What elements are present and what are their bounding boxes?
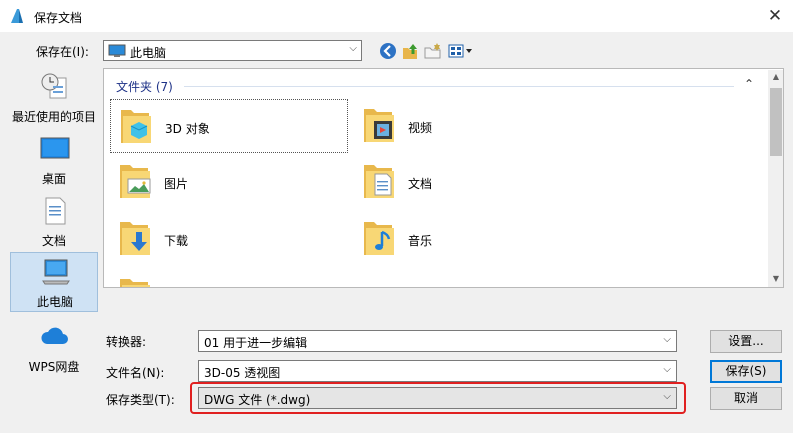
filename-field[interactable]: 3D-05 透视图 ⌵ [198,360,677,382]
place-desktop[interactable]: 桌面 [10,130,98,190]
converter-dropdown[interactable]: 01 用于进一步编辑 ⌵ [198,330,677,352]
place-label: 桌面 [41,172,66,186]
folder-label: 下载 [164,234,189,248]
folder-label: 3D 对象 [165,122,210,136]
window-title: 保存文档 [34,11,83,25]
folder-item-documents[interactable]: 文档 [354,155,592,209]
group-header: 文件夹 (7) [116,80,173,94]
desktop-icon [40,137,70,159]
save-button[interactable]: 保存(S) [710,360,782,383]
folder-label: 视频 [408,121,433,135]
chevron-down-icon: ⌵ [663,334,671,345]
save-in-label: 保存在(I): [36,45,89,59]
place-label: 此电脑 [36,295,73,309]
title-bar: 保存文档 ✕ [0,0,793,32]
up-folder-icon[interactable] [401,42,419,60]
folder-item-3d-objects[interactable]: 3D 对象 [110,99,348,153]
folder-icon [120,279,150,287]
save-in-dropdown[interactable]: 此电脑 ⌵ [103,40,362,61]
close-button[interactable]: ✕ [760,2,790,30]
place-this-pc[interactable]: 此电脑 [10,252,98,312]
3d-objects-folder-icon [121,110,151,143]
filetype-label: 保存类型(T): [106,393,175,407]
place-wps-cloud[interactable]: WPS网盘 [10,318,98,378]
converter-value: 01 用于进一步编辑 [204,336,308,350]
scroll-up-icon[interactable]: ▲ [768,72,783,81]
save-in-value: 此电脑 [130,46,167,60]
recent-icon [41,73,67,99]
music-folder-icon [364,222,394,255]
folder-item-downloads[interactable]: 下载 [110,212,348,266]
back-icon[interactable] [379,42,397,60]
chevron-up-icon[interactable]: ⌃ [744,77,754,91]
folder-item-videos[interactable]: 视频 [354,99,592,153]
computer-icon [42,259,70,285]
converter-label: 转换器: [106,335,147,349]
pictures-folder-icon [120,165,151,198]
place-label: 文档 [41,234,66,248]
folder-label: 图片 [164,177,189,191]
app-icon [11,9,23,23]
filename-value: 3D-05 透视图 [204,366,281,380]
place-recent[interactable]: 最近使用的项目 [10,68,98,128]
filename-label: 文件名(N): [106,366,165,380]
chevron-down-icon: ⌵ [663,364,671,375]
annotation-highlight-box [190,382,686,414]
place-documents[interactable]: 文档 [10,192,98,252]
place-label: 最近使用的项目 [11,110,96,124]
cancel-button[interactable]: 取消 [710,387,782,410]
videos-folder-icon [364,109,394,142]
places-bar: 最近使用的项目 桌面 文档 此电脑 WPS网盘 [10,68,98,378]
chevron-down-icon: ⌵ [349,43,357,54]
documents-icon [45,197,66,225]
folder-item-partial[interactable] [110,269,348,287]
folder-label: 文档 [408,177,433,191]
view-menu-icon[interactable] [448,42,474,60]
place-label: WPS网盘 [28,360,80,374]
folder-label: 音乐 [408,234,433,248]
settings-button[interactable]: 设置... [710,330,782,353]
documents-folder-icon [364,165,394,198]
scroll-thumb[interactable] [770,88,782,156]
scroll-down-icon[interactable]: ▼ [768,274,783,283]
group-divider [184,86,734,87]
computer-icon [108,44,126,57]
downloads-folder-icon [120,222,150,255]
folder-item-music[interactable]: 音乐 [354,212,592,266]
file-list-pane[interactable]: 文件夹 (7) ⌃ 3D 对象 视频 图片 文档 下载 音乐 ▲ ▼ [103,68,784,288]
vertical-scrollbar[interactable]: ▲ ▼ [768,70,783,287]
cloud-icon [41,327,68,344]
folder-item-pictures[interactable]: 图片 [110,155,348,209]
new-folder-icon[interactable] [424,42,442,60]
